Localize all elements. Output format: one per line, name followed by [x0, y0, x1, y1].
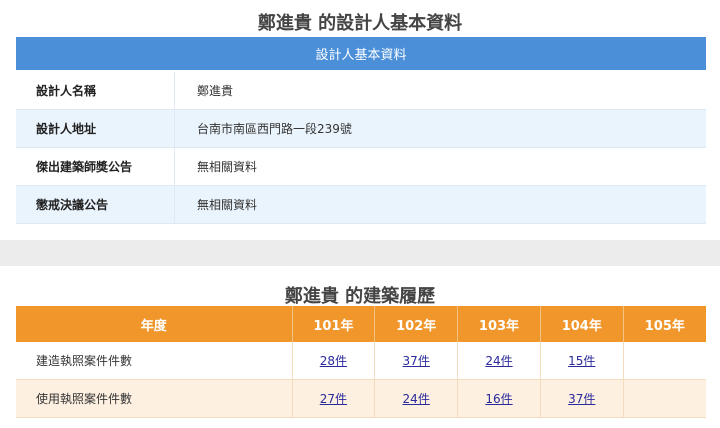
- profile-label: 設計人地址: [16, 109, 175, 148]
- history-cell: [623, 379, 706, 418]
- history-cell: 16件: [457, 379, 541, 418]
- count-link[interactable]: 28件: [320, 354, 347, 368]
- history-cell: 15件: [540, 342, 624, 380]
- profile-row-name: 設計人名稱 鄭進貴: [16, 72, 706, 110]
- history-cell: [623, 342, 706, 380]
- history-row-label: 建造執照案件件數: [16, 342, 293, 380]
- history-cell: 28件: [292, 342, 376, 380]
- count-link[interactable]: 37件: [568, 392, 595, 406]
- profile-label: 傑出建築師獎公告: [16, 147, 175, 186]
- history-header-101: 101年: [292, 306, 376, 342]
- section-divider: [0, 240, 720, 266]
- profile-title: 鄭進貴 的設計人基本資料: [257, 13, 463, 34]
- profile-label: 懲戒決議公告: [16, 185, 175, 224]
- profile-row-address: 設計人地址 台南市南區西門路一段239號: [16, 109, 706, 148]
- profile-row-award: 傑出建築師獎公告 無相關資料: [16, 147, 706, 186]
- history-header-102: 102年: [374, 306, 459, 342]
- profile-value: 無相關資料: [174, 185, 706, 224]
- history-header-104: 104年: [540, 306, 624, 342]
- history-row-construction: 建造執照案件件數 28件 37件 24件 15件: [16, 342, 706, 380]
- history-cell: 24件: [374, 379, 459, 418]
- history-cell: 37件: [540, 379, 624, 418]
- history-cell: 37件: [374, 342, 459, 380]
- history-header-year: 年度: [16, 306, 293, 342]
- history-header-103: 103年: [457, 306, 541, 342]
- profile-value: 鄭進貴: [174, 72, 706, 110]
- history-row-label: 使用執照案件件數: [16, 379, 293, 418]
- profile-table-header: 設計人基本資料: [16, 37, 706, 70]
- count-link[interactable]: 27件: [320, 392, 347, 406]
- history-header-105: 105年: [623, 306, 706, 342]
- history-header-row: 年度 101年 102年 103年 104年 105年: [16, 306, 706, 342]
- profile-value: 無相關資料: [174, 147, 706, 186]
- profile-label: 設計人名稱: [16, 72, 175, 110]
- profile-value: 台南市南區西門路一段239號: [174, 109, 706, 148]
- count-link[interactable]: 15件: [568, 354, 595, 368]
- count-link[interactable]: 16件: [485, 392, 512, 406]
- count-link[interactable]: 24件: [485, 354, 512, 368]
- history-table: 年度 101年 102年 103年 104年 105年 建造執照案件件數 28件…: [16, 306, 706, 418]
- profile-row-discipline: 懲戒決議公告 無相關資料: [16, 185, 706, 224]
- history-cell: 24件: [457, 342, 541, 380]
- profile-table: 設計人名稱 鄭進貴 設計人地址 台南市南區西門路一段239號 傑出建築師獎公告 …: [16, 72, 706, 224]
- history-cell: 27件: [292, 379, 376, 418]
- count-link[interactable]: 24件: [403, 392, 430, 406]
- history-title: 鄭進貴 的建築履歷: [284, 286, 436, 307]
- history-row-usage: 使用執照案件件數 27件 24件 16件 37件: [16, 379, 706, 418]
- count-link[interactable]: 37件: [403, 354, 430, 368]
